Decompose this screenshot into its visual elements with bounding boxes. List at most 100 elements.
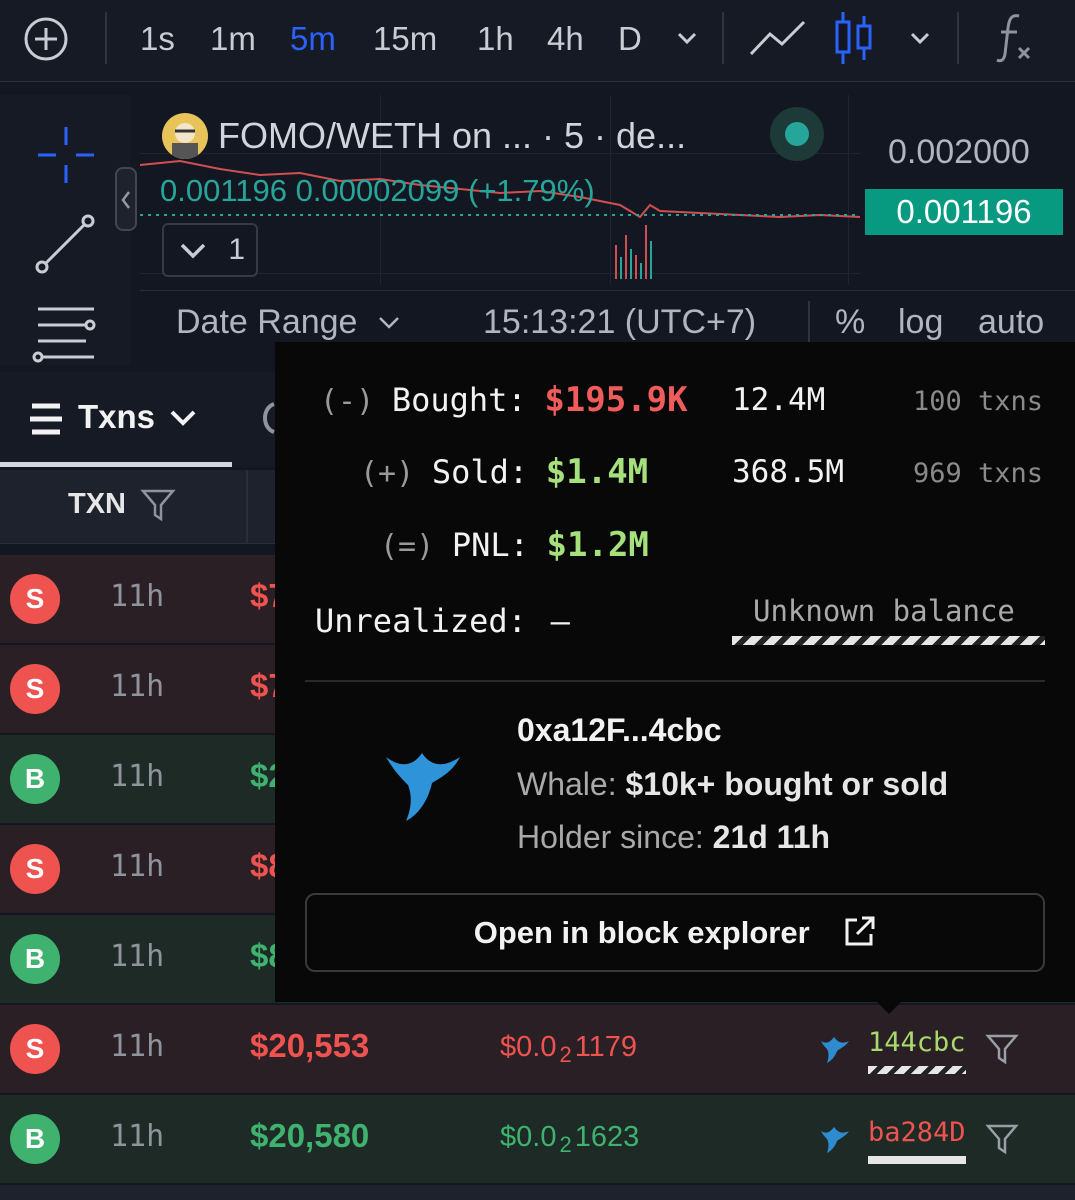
filter-icon[interactable] <box>140 488 176 522</box>
interval-1h[interactable]: 1h <box>477 0 514 78</box>
pnl-label: PNL: <box>451 526 529 564</box>
wallet-popup: (-) Bought: $195.9K 12.4M 100 txns (+) S… <box>275 342 1075 1002</box>
interval-1m[interactable]: 1m <box>210 0 256 78</box>
txn-age: 11h <box>110 1029 165 1064</box>
maker-address[interactable]: ba284D <box>868 1117 966 1148</box>
auto-scale-toggle[interactable]: auto <box>978 303 1044 342</box>
last-price-tag: 0.001196 <box>865 189 1063 235</box>
sell-badge: S <box>10 664 60 714</box>
table-row[interactable] <box>0 1185 1075 1200</box>
sold-usd: $1.4M <box>545 452 649 492</box>
txns-tab[interactable]: Txns <box>0 372 275 467</box>
txn-column-label: TXN <box>68 488 126 520</box>
series-count: 1 <box>228 233 246 266</box>
trend-line-icon[interactable] <box>34 213 96 275</box>
buy-badge: B <box>10 934 60 984</box>
interval-toolbar: 1s 1m 5m 15m 1h 4h D <box>0 0 1075 82</box>
chevron-left-icon <box>121 191 130 209</box>
clipboard-icon[interactable] <box>258 400 275 436</box>
txn-column: TXN <box>0 470 248 544</box>
balance-bar <box>868 1156 966 1164</box>
filter-icon[interactable] <box>985 1123 1019 1155</box>
plus-circle-icon[interactable] <box>22 15 70 63</box>
unknown-balance-label: Unknown balance <box>753 594 1015 628</box>
percent-scale-toggle[interactable]: % <box>835 303 865 342</box>
chevron-down-icon <box>180 243 206 259</box>
price-chart[interactable]: FOMO/WETH on ... · 5 · de... 0.001196 0.… <box>115 95 1075 365</box>
whale-label: Whale: <box>517 766 617 802</box>
date-range-button[interactable]: Date Range <box>176 303 401 342</box>
bottom-divider <box>808 301 810 345</box>
filter-icon[interactable] <box>985 1033 1019 1065</box>
unrealized-label: Unrealized: <box>315 602 527 640</box>
price-digits: 1623 <box>574 1121 640 1153</box>
pnl-row: (=) PNL: $1.2M <box>380 525 649 565</box>
holder-value: 21d 11h <box>712 819 831 855</box>
collapse-legend-button[interactable] <box>115 167 137 231</box>
symbol-legend[interactable]: FOMO/WETH on ... · 5 · de... <box>218 115 686 157</box>
series-toggle[interactable]: 1 <box>162 223 258 277</box>
popup-divider <box>305 680 1045 682</box>
bought-tokens: 12.4M <box>732 382 826 418</box>
pnl-sign: (=) <box>380 529 435 564</box>
toolbar-divider <box>105 12 107 64</box>
txn-age: 11h <box>110 579 165 614</box>
whale-icon <box>821 1037 849 1063</box>
line-chart-icon[interactable] <box>748 16 808 60</box>
txn-price: $0.0 2 1623 <box>500 1121 639 1158</box>
holder-since: Holder since: 21d 11h <box>517 819 830 856</box>
pnl-usd: $1.2M <box>546 525 649 565</box>
whale-description: $10k+ bought or sold <box>625 766 949 802</box>
holder-label: Holder since: <box>517 819 704 855</box>
bought-usd: $195.9K <box>544 380 688 420</box>
buy-badge: B <box>10 1114 60 1164</box>
txn-age: 11h <box>110 669 165 704</box>
unrealized-row: Unrealized: – <box>315 602 570 640</box>
list-icon <box>30 403 62 435</box>
interval-15m[interactable]: 15m <box>373 0 437 78</box>
price-prefix: $0.0 <box>500 1031 557 1063</box>
chevron-down-icon[interactable] <box>906 24 934 52</box>
sell-badge: S <box>10 574 60 624</box>
chevron-down-icon <box>379 317 399 329</box>
function-icon[interactable] <box>995 10 1035 66</box>
txn-amount: $20,580 <box>250 1117 370 1154</box>
table-row[interactable]: S 11h $20,553 $0.0 2 1179 144cbc <box>0 1005 1075 1093</box>
fib-levels-icon[interactable] <box>32 303 98 363</box>
txn-amount: $20,553 <box>250 1027 370 1064</box>
chevron-down-icon[interactable] <box>673 24 701 52</box>
txns-column-header: TXN <box>0 470 275 544</box>
crosshair-icon[interactable] <box>36 125 96 185</box>
token-avatar <box>162 113 208 159</box>
txn-age: 11h <box>110 1119 165 1154</box>
drawing-toolbar <box>0 95 130 365</box>
price-zero-count: 2 <box>559 1042 572 1067</box>
whale-icon <box>386 753 460 821</box>
whale-icon <box>821 1127 849 1153</box>
candlestick-icon[interactable] <box>833 10 875 66</box>
bought-label: Bought: <box>391 381 527 419</box>
active-tab-indicator <box>0 462 232 467</box>
table-row[interactable]: B 11h $20,580 $0.0 2 1623 ba284D <box>0 1095 1075 1183</box>
txn-age: 11h <box>110 849 165 884</box>
chart-clock: 15:13:21 (UTC+7) <box>483 303 757 341</box>
wallet-address[interactable]: 0xa12F...4cbc <box>517 712 722 749</box>
sold-sign: (+) <box>360 456 415 491</box>
maker-address[interactable]: 144cbc <box>868 1027 966 1058</box>
open-block-explorer-button[interactable]: Open in block explorer <box>305 893 1045 972</box>
toolbar-divider <box>722 12 724 64</box>
market-status-dot <box>785 122 809 146</box>
interval-1s[interactable]: 1s <box>140 0 175 78</box>
log-scale-toggle[interactable]: log <box>898 303 943 342</box>
interval-4h[interactable]: 4h <box>547 0 584 78</box>
interval-5m[interactable]: 5m <box>290 0 336 78</box>
popup-pointer <box>875 1000 903 1014</box>
txn-price: $0.0 2 1179 <box>500 1031 637 1068</box>
external-link-icon <box>845 916 875 946</box>
sold-tokens: 368.5M <box>732 454 844 490</box>
txn-age: 11h <box>110 939 165 974</box>
bought-sign: (-) <box>320 384 375 419</box>
explorer-button-label: Open in block explorer <box>473 915 810 950</box>
interval-d[interactable]: D <box>618 0 642 78</box>
buy-badge: B <box>10 754 60 804</box>
